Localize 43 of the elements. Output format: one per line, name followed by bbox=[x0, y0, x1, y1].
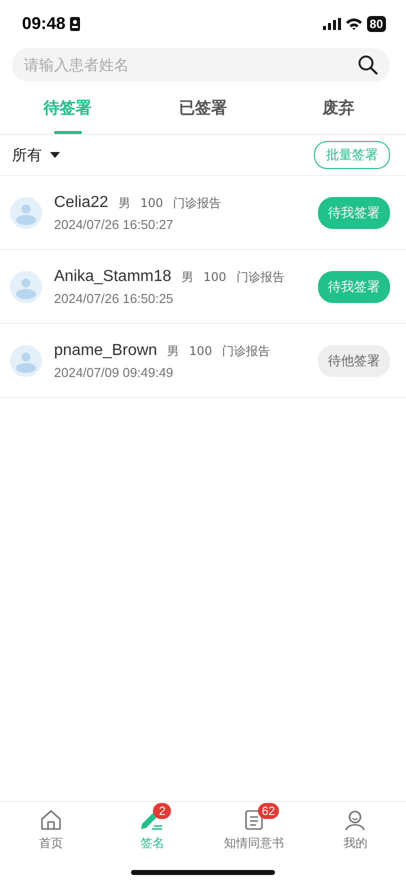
search-icon[interactable] bbox=[358, 55, 378, 75]
report-type: 门诊报告 bbox=[222, 342, 270, 360]
clock: 09:48 bbox=[22, 14, 66, 34]
caret-icon bbox=[50, 152, 60, 158]
user-icon bbox=[344, 809, 366, 831]
gender: 男 bbox=[118, 194, 130, 212]
patient-number: 100 bbox=[203, 270, 226, 284]
status-button[interactable]: 待我签署 bbox=[318, 196, 390, 228]
avatar-icon bbox=[10, 344, 42, 376]
tab[interactable]: 待签署 bbox=[0, 88, 136, 134]
avatar-icon bbox=[10, 270, 42, 302]
signal-icon bbox=[322, 18, 341, 30]
report-type: 门诊报告 bbox=[173, 194, 222, 212]
battery-level: 80 bbox=[366, 16, 386, 32]
wifi-icon bbox=[346, 18, 362, 30]
status-button[interactable]: 待我签署 bbox=[318, 270, 390, 302]
tab[interactable]: 废弃 bbox=[270, 88, 406, 134]
timestamp: 2024/07/26 16:50:25 bbox=[54, 290, 174, 306]
patient-name: Celia22 bbox=[54, 194, 108, 212]
search-field[interactable]: 请输入患者姓名 bbox=[12, 48, 390, 82]
timestamp: 2024/07/09 09:49:49 bbox=[54, 364, 174, 380]
tab[interactable]: 已签署 bbox=[135, 88, 271, 134]
nav-tab[interactable]: 2 签名 bbox=[102, 802, 203, 852]
filter-dropdown[interactable]: 所有 bbox=[12, 146, 60, 164]
nav-tab[interactable]: 我的 bbox=[304, 802, 406, 852]
patient-name: pname_Brown bbox=[54, 342, 158, 360]
nav-tab[interactable]: 62 知情同意书 bbox=[203, 802, 304, 852]
batch-sign-button[interactable]: 批量签署 bbox=[314, 141, 390, 169]
avatar-icon bbox=[10, 196, 42, 228]
gender: 男 bbox=[167, 342, 180, 360]
gender: 男 bbox=[181, 268, 194, 286]
count-badge: 62 bbox=[258, 803, 280, 819]
patient-name: Anika_Stamm18 bbox=[54, 268, 172, 286]
home-icon bbox=[40, 809, 62, 831]
report-type: 门诊报告 bbox=[236, 268, 284, 286]
status-button[interactable]: 待他签署 bbox=[318, 344, 390, 376]
id-card-icon bbox=[70, 17, 80, 31]
nav-tab[interactable]: 首页 bbox=[0, 802, 102, 852]
patient-number: 100 bbox=[189, 344, 212, 358]
timestamp: 2024/07/26 16:50:27 bbox=[54, 216, 174, 232]
document-icon bbox=[244, 809, 264, 831]
patient-number: 100 bbox=[140, 196, 164, 210]
count-badge: 2 bbox=[153, 803, 172, 819]
